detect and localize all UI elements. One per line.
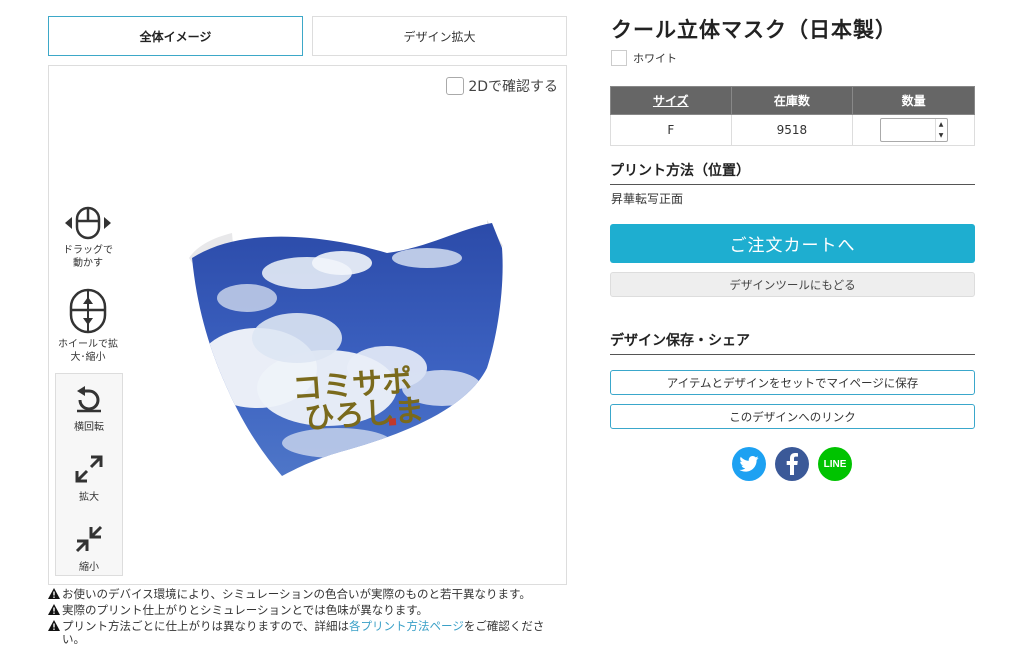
rotate-icon — [77, 386, 101, 413]
design-link-button[interactable]: このデザインへのリンク — [610, 404, 975, 429]
increment-arrow-icon[interactable]: ▲ — [936, 119, 947, 130]
color-name: ホワイト — [633, 52, 677, 65]
print-method-heading: プリント方法（位置） — [610, 160, 975, 185]
notice-text: お使いのデバイス環境により、シミュレーションの色合いが実際のものと若干異なります… — [62, 587, 531, 601]
quantity-stepper[interactable]: ▲ ▼ — [879, 118, 948, 142]
product-title: クール立体マスク（日本製） — [611, 18, 897, 42]
quantity-spinner[interactable]: ▲ ▼ — [934, 119, 947, 141]
rotate-label: 横回転 — [74, 422, 104, 433]
facebook-icon — [786, 453, 798, 475]
mouse-drag-icon — [65, 206, 111, 240]
stock-header: 在庫数 — [730, 86, 854, 115]
product-design-text-line2: ひろしま — [303, 393, 425, 436]
warning-icon — [48, 620, 60, 646]
toggle-2d-checkbox[interactable] — [446, 77, 465, 95]
stock-table: サイズ 在庫数 数量 F 9518 ▲ ▼ — [610, 86, 975, 146]
product-viewer[interactable]: 2Dで確認する ドラッグで動かす ホイールで拡大･縮小 横回転 拡大 縮小 コミ… — [48, 65, 567, 585]
line-icon: LINE — [823, 458, 847, 470]
decrement-arrow-icon[interactable]: ▼ — [936, 130, 947, 141]
size-guide-link[interactable]: サイズ — [653, 94, 689, 108]
drag-hint-label: ドラッグで動かす — [63, 245, 113, 269]
color-selector[interactable]: ホワイト — [611, 50, 677, 66]
view-tabs: 全体イメージ デザイン拡大 — [48, 16, 567, 56]
notice-item: プリント方法ごとに仕上がりは異なりますので、詳細は各プリント方法ページをご確認く… — [48, 620, 567, 646]
back-to-design-tool-button[interactable]: デザインツールにもどる — [610, 272, 975, 297]
twitter-share-button[interactable] — [732, 447, 766, 481]
line-share-button[interactable]: LINE — [818, 447, 852, 481]
stock-cell: 9518 — [730, 114, 854, 146]
twitter-icon — [739, 456, 759, 472]
shrink-icon — [75, 525, 103, 553]
notice-text: 実際のプリント仕上がりとシミュレーションとでは色味が異なります。 — [62, 603, 429, 617]
notice-list: お使いのデバイス環境により、シミュレーションの色合いが実際のものと若干異なります… — [48, 588, 567, 648]
share-heading: デザイン保存・シェア — [610, 330, 975, 355]
zoom-in-button[interactable]: 拡大 — [56, 454, 122, 503]
color-swatch-white[interactable] — [611, 50, 627, 66]
print-method-value: 昇華転写正面 — [611, 192, 684, 206]
tab-full-image[interactable]: 全体イメージ — [48, 16, 303, 56]
toggle-2d[interactable]: 2Dで確認する — [446, 76, 558, 96]
notice-text-part: プリント方法ごとに仕上がりは異なりますので、詳細は — [62, 619, 350, 633]
mouse-wheel-icon — [69, 288, 107, 334]
table-row: F 9518 ▲ ▼ — [610, 114, 975, 146]
zoom-in-label: 拡大 — [79, 492, 99, 503]
tab-design-zoom[interactable]: デザイン拡大 — [312, 16, 567, 56]
add-to-cart-button[interactable]: ご注文カートへ — [610, 224, 975, 263]
zoom-out-label: 縮小 — [79, 562, 99, 573]
toggle-2d-label: 2Dで確認する — [468, 79, 558, 95]
viewer-controls: 横回転 拡大 縮小 — [55, 373, 123, 576]
print-method-page-link[interactable]: 各プリント方法ページ — [349, 619, 464, 633]
qty-header: 数量 — [852, 86, 975, 115]
warning-icon — [48, 604, 60, 618]
mask-image: コミサポ ひろしま — [189, 220, 503, 476]
qty-cell: ▲ ▼ — [852, 114, 975, 146]
zoom-out-button[interactable]: 縮小 — [56, 524, 122, 573]
size-cell: F — [610, 114, 732, 146]
mask-3d-preview[interactable]: コミサポ ひろしま — [187, 218, 507, 480]
facebook-share-button[interactable] — [775, 447, 809, 481]
wheel-hint: ホイールで拡大･縮小 — [49, 288, 127, 364]
save-to-mypage-button[interactable]: アイテムとデザインをセットでマイページに保存 — [610, 370, 975, 395]
expand-icon — [75, 455, 103, 483]
wheel-hint-label: ホイールで拡大･縮小 — [58, 339, 118, 363]
rotate-button[interactable]: 横回転 — [56, 386, 122, 433]
size-header: サイズ — [610, 86, 732, 115]
notice-item: お使いのデバイス環境により、シミュレーションの色合いが実際のものと若干異なります… — [48, 588, 567, 602]
notice-item: 実際のプリント仕上がりとシミュレーションとでは色味が異なります。 — [48, 604, 567, 618]
warning-icon — [48, 588, 60, 602]
notice-text: プリント方法ごとに仕上がりは異なりますので、詳細は各プリント方法ページをご確認く… — [62, 620, 567, 646]
quantity-input[interactable] — [880, 119, 936, 141]
drag-hint: ドラッグで動かす — [49, 206, 127, 270]
